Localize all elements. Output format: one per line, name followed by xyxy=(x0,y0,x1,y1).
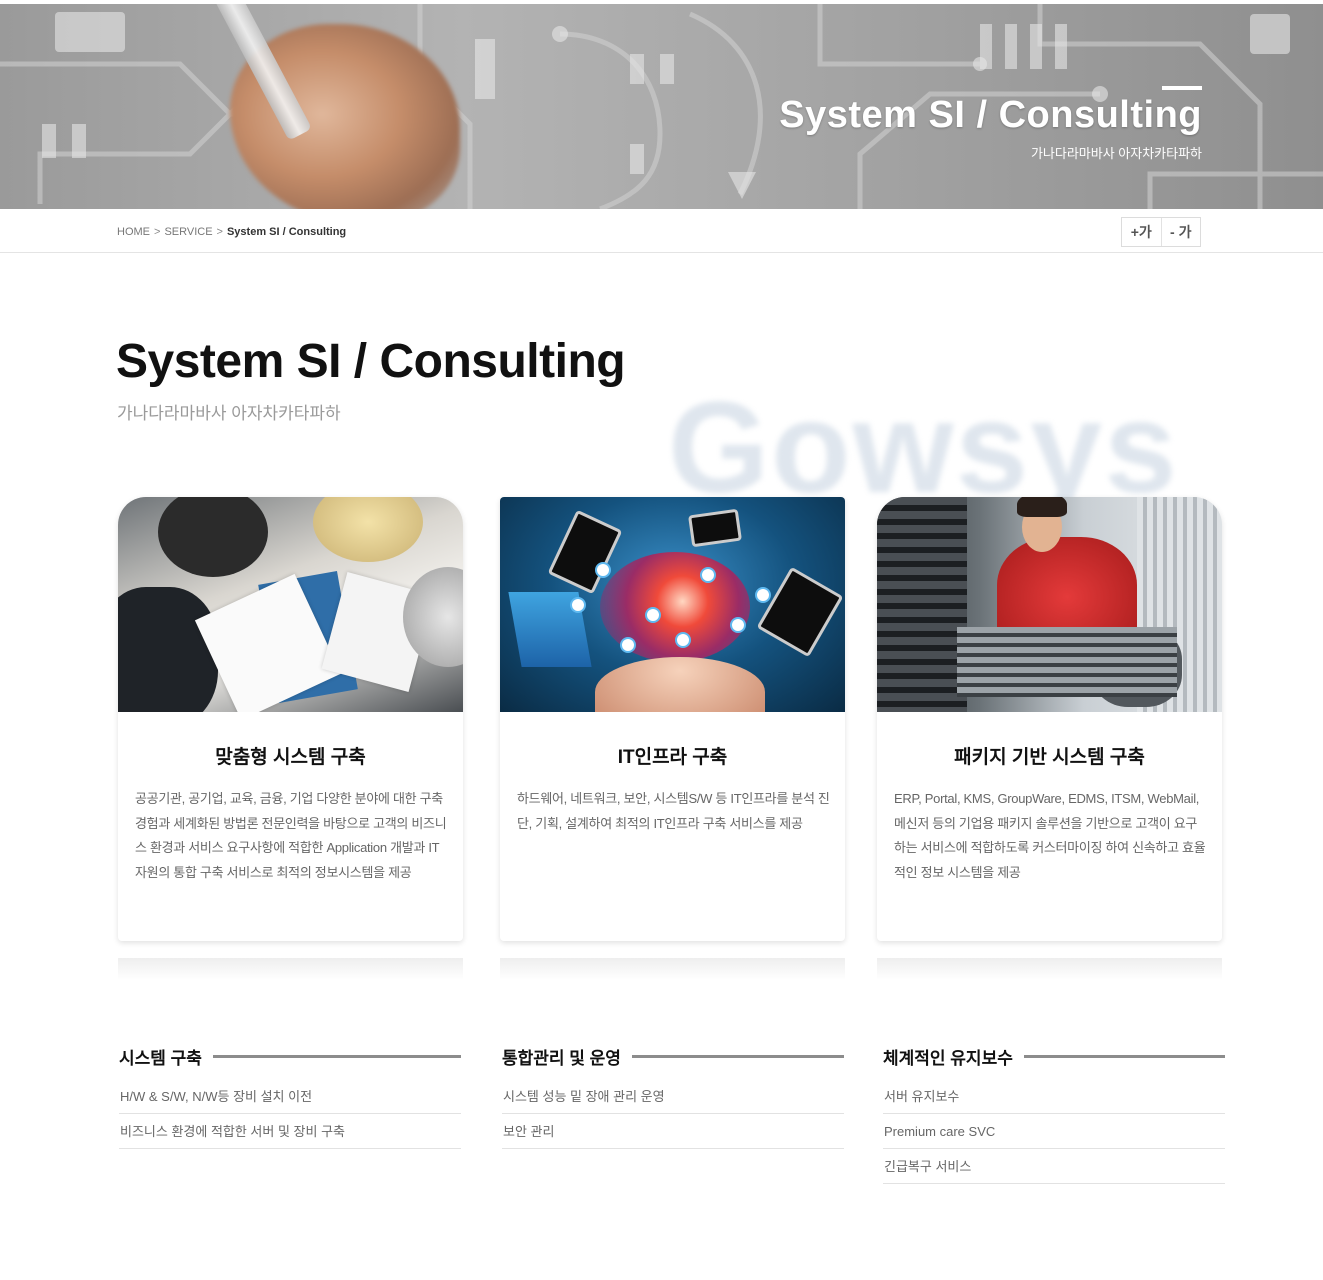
breadcrumb-separator: > xyxy=(154,226,161,238)
card-title: 맞춤형 시스템 구축 xyxy=(215,747,366,768)
breadcrumb-separator: > xyxy=(216,226,223,238)
column-system-build: 시스템 구축 H/W & S/W, N/W등 장비 설치 이전 비즈니스 환경에… xyxy=(119,1040,461,1149)
column-list: 서버 유지보수 Premium care SVC 긴급복구 서비스 xyxy=(883,1079,1225,1184)
breadcrumb-current: System SI / Consulting xyxy=(226,226,347,238)
card-reflection xyxy=(118,958,463,980)
column-divider xyxy=(631,1054,844,1058)
card-description: 하드웨어, 네트워크, 보안, 시스템S/W 등 IT인프라를 분석 진단, 기… xyxy=(517,791,830,831)
column-title: 시스템 구축 xyxy=(119,1048,202,1068)
list-item: 보안 관리 xyxy=(502,1114,844,1149)
column-list: 시스템 성능 밑 장애 관리 운영 보안 관리 xyxy=(502,1079,844,1149)
service-card-it-infra: IT인프라 구축 하드웨어, 네트워크, 보안, 시스템S/W 등 IT인프라를… xyxy=(500,497,845,941)
card-description: 공공기관, 공기업, 교육, 금융, 기업 다양한 분야에 대한 구축 경험과 … xyxy=(135,791,447,880)
breadcrumb-service-link[interactable]: SERVICE xyxy=(164,226,212,238)
list-item: 비즈니스 환경에 적합한 서버 및 장비 구축 xyxy=(119,1114,461,1149)
font-increase-button[interactable]: +가 xyxy=(1122,218,1161,246)
font-decrease-button[interactable]: - 가 xyxy=(1160,218,1201,246)
server-room-photo xyxy=(877,497,1222,712)
hero-subtitle: 가나다라마바사 아자차카타파하 xyxy=(1030,146,1202,161)
hero-accent-bar xyxy=(1162,86,1202,90)
font-size-controls: +가 - 가 xyxy=(1121,217,1201,247)
column-divider xyxy=(1023,1054,1225,1058)
hero-title: System SI / Consulting xyxy=(779,94,1202,136)
card-title: 패키지 기반 시스템 구축 xyxy=(954,747,1145,768)
breadcrumb-home-link[interactable]: HOME xyxy=(117,226,150,238)
list-item: 시스템 성능 밑 장애 관리 운영 xyxy=(502,1079,844,1114)
card-description: ERP, Portal, KMS, GroupWare, EDMS, ITSM,… xyxy=(894,791,1206,880)
column-divider xyxy=(212,1054,461,1058)
breadcrumb-bar: HOME > SERVICE > System SI / Consulting +가 -… xyxy=(0,209,1323,253)
hero-banner: System SI / Consulting 가나다라마바사 아자차카타파하 xyxy=(0,4,1323,209)
card-reflection xyxy=(877,958,1222,980)
column-integrated-ops: 통합관리 및 운영 시스템 성능 밑 장애 관리 운영 보안 관리 xyxy=(502,1040,844,1149)
page-title: System SI / Consulting xyxy=(116,335,626,388)
breadcrumb: HOME > SERVICE > System SI / Consulting xyxy=(117,226,346,238)
column-title: 통합관리 및 운영 xyxy=(502,1048,621,1068)
network-photo xyxy=(500,497,845,712)
column-title: 체계적인 유지보수 xyxy=(883,1048,1013,1068)
service-card-custom-system: 맞춤형 시스템 구축 공공기관, 공기업, 교육, 금융, 기업 다양한 분야에… xyxy=(118,497,463,941)
card-title: IT인프라 구축 xyxy=(617,747,728,768)
column-list: H/W & S/W, N/W등 장비 설치 이전 비즈니스 환경에 적합한 서버… xyxy=(119,1079,461,1149)
service-card-package-system: 패키지 기반 시스템 구축 ERP, Portal, KMS, GroupWar… xyxy=(877,497,1222,941)
list-item: 서버 유지보수 xyxy=(883,1079,1225,1114)
list-item: Premium care SVC xyxy=(883,1114,1225,1149)
page-subtitle: 가나다라마바사 아자차카타파하 xyxy=(117,404,341,423)
card-reflection xyxy=(500,958,845,980)
meeting-photo xyxy=(118,497,463,712)
list-item: H/W & S/W, N/W등 장비 설치 이전 xyxy=(119,1079,461,1114)
column-maintenance: 체계적인 유지보수 서버 유지보수 Premium care SVC 긴급복구 … xyxy=(883,1040,1225,1184)
list-item: 긴급복구 서비스 xyxy=(883,1149,1225,1184)
